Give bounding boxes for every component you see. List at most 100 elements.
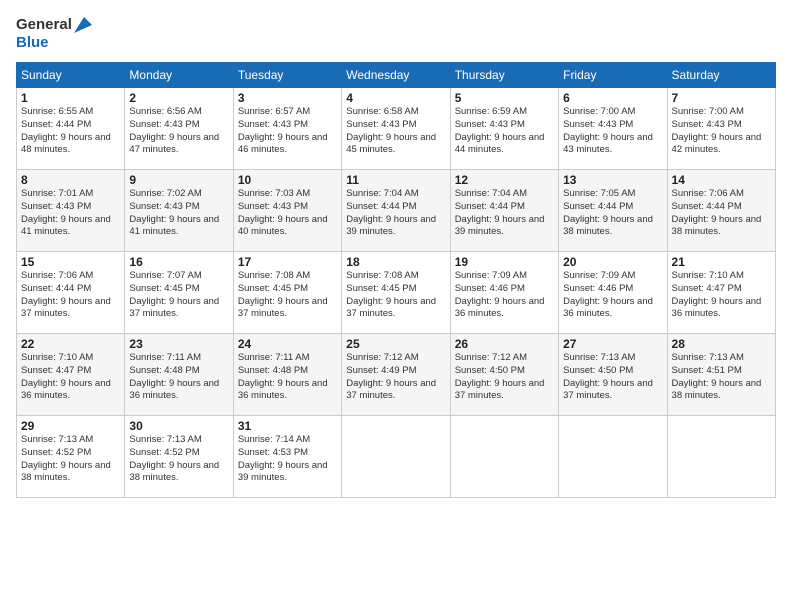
- calendar-cell: 28Sunrise: 7:13 AMSunset: 4:51 PMDayligh…: [667, 334, 775, 416]
- day-info: Sunrise: 7:09 AMSunset: 4:46 PMDaylight:…: [563, 270, 662, 321]
- day-number: 16: [129, 255, 228, 269]
- calendar-cell: 30Sunrise: 7:13 AMSunset: 4:52 PMDayligh…: [125, 416, 233, 498]
- calendar-cell: 21Sunrise: 7:10 AMSunset: 4:47 PMDayligh…: [667, 252, 775, 334]
- calendar-cell: 25Sunrise: 7:12 AMSunset: 4:49 PMDayligh…: [342, 334, 450, 416]
- day-info: Sunrise: 7:12 AMSunset: 4:50 PMDaylight:…: [455, 352, 554, 403]
- day-number: 13: [563, 173, 662, 187]
- weekday-header: Wednesday: [342, 63, 450, 88]
- day-info: Sunrise: 7:00 AMSunset: 4:43 PMDaylight:…: [563, 106, 662, 157]
- calendar-cell: 2Sunrise: 6:56 AMSunset: 4:43 PMDaylight…: [125, 88, 233, 170]
- day-number: 6: [563, 91, 662, 105]
- calendar-cell: 14Sunrise: 7:06 AMSunset: 4:44 PMDayligh…: [667, 170, 775, 252]
- calendar-cell: 12Sunrise: 7:04 AMSunset: 4:44 PMDayligh…: [450, 170, 558, 252]
- day-info: Sunrise: 7:14 AMSunset: 4:53 PMDaylight:…: [238, 434, 337, 485]
- calendar-cell: 26Sunrise: 7:12 AMSunset: 4:50 PMDayligh…: [450, 334, 558, 416]
- calendar-cell: [450, 416, 558, 498]
- day-info: Sunrise: 7:04 AMSunset: 4:44 PMDaylight:…: [455, 188, 554, 239]
- calendar-cell: [559, 416, 667, 498]
- day-number: 27: [563, 337, 662, 351]
- day-info: Sunrise: 7:03 AMSunset: 4:43 PMDaylight:…: [238, 188, 337, 239]
- day-info: Sunrise: 6:55 AMSunset: 4:44 PMDaylight:…: [21, 106, 120, 157]
- day-number: 17: [238, 255, 337, 269]
- day-number: 26: [455, 337, 554, 351]
- day-number: 3: [238, 91, 337, 105]
- calendar-cell: [342, 416, 450, 498]
- day-info: Sunrise: 7:11 AMSunset: 4:48 PMDaylight:…: [238, 352, 337, 403]
- day-info: Sunrise: 6:59 AMSunset: 4:43 PMDaylight:…: [455, 106, 554, 157]
- day-number: 2: [129, 91, 228, 105]
- calendar-cell: 29Sunrise: 7:13 AMSunset: 4:52 PMDayligh…: [17, 416, 125, 498]
- day-number: 22: [21, 337, 120, 351]
- day-number: 20: [563, 255, 662, 269]
- day-number: 12: [455, 173, 554, 187]
- day-info: Sunrise: 6:56 AMSunset: 4:43 PMDaylight:…: [129, 106, 228, 157]
- day-info: Sunrise: 7:10 AMSunset: 4:47 PMDaylight:…: [21, 352, 120, 403]
- day-info: Sunrise: 7:06 AMSunset: 4:44 PMDaylight:…: [672, 188, 771, 239]
- weekday-header: Thursday: [450, 63, 558, 88]
- calendar-cell: 4Sunrise: 6:58 AMSunset: 4:43 PMDaylight…: [342, 88, 450, 170]
- day-info: Sunrise: 7:05 AMSunset: 4:44 PMDaylight:…: [563, 188, 662, 239]
- calendar-cell: 27Sunrise: 7:13 AMSunset: 4:50 PMDayligh…: [559, 334, 667, 416]
- day-info: Sunrise: 7:13 AMSunset: 4:52 PMDaylight:…: [129, 434, 228, 485]
- day-number: 24: [238, 337, 337, 351]
- calendar-cell: 1Sunrise: 6:55 AMSunset: 4:44 PMDaylight…: [17, 88, 125, 170]
- calendar-cell: 3Sunrise: 6:57 AMSunset: 4:43 PMDaylight…: [233, 88, 341, 170]
- day-number: 18: [346, 255, 445, 269]
- day-number: 1: [21, 91, 120, 105]
- day-number: 4: [346, 91, 445, 105]
- day-number: 11: [346, 173, 445, 187]
- calendar-cell: 17Sunrise: 7:08 AMSunset: 4:45 PMDayligh…: [233, 252, 341, 334]
- calendar-cell: 10Sunrise: 7:03 AMSunset: 4:43 PMDayligh…: [233, 170, 341, 252]
- calendar-cell: 20Sunrise: 7:09 AMSunset: 4:46 PMDayligh…: [559, 252, 667, 334]
- weekday-header: Friday: [559, 63, 667, 88]
- day-info: Sunrise: 7:13 AMSunset: 4:51 PMDaylight:…: [672, 352, 771, 403]
- logo-text: General Blue: [16, 16, 94, 52]
- day-info: Sunrise: 7:07 AMSunset: 4:45 PMDaylight:…: [129, 270, 228, 321]
- day-number: 14: [672, 173, 771, 187]
- day-info: Sunrise: 6:58 AMSunset: 4:43 PMDaylight:…: [346, 106, 445, 157]
- calendar-cell: 18Sunrise: 7:08 AMSunset: 4:45 PMDayligh…: [342, 252, 450, 334]
- day-number: 21: [672, 255, 771, 269]
- calendar-cell: 11Sunrise: 7:04 AMSunset: 4:44 PMDayligh…: [342, 170, 450, 252]
- day-number: 9: [129, 173, 228, 187]
- calendar-cell: 9Sunrise: 7:02 AMSunset: 4:43 PMDaylight…: [125, 170, 233, 252]
- day-number: 19: [455, 255, 554, 269]
- calendar-cell: 22Sunrise: 7:10 AMSunset: 4:47 PMDayligh…: [17, 334, 125, 416]
- calendar-cell: 24Sunrise: 7:11 AMSunset: 4:48 PMDayligh…: [233, 334, 341, 416]
- day-info: Sunrise: 7:12 AMSunset: 4:49 PMDaylight:…: [346, 352, 445, 403]
- logo: General Blue: [16, 16, 94, 52]
- calendar-cell: 6Sunrise: 7:00 AMSunset: 4:43 PMDaylight…: [559, 88, 667, 170]
- calendar-cell: 7Sunrise: 7:00 AMSunset: 4:43 PMDaylight…: [667, 88, 775, 170]
- calendar-table: SundayMondayTuesdayWednesdayThursdayFrid…: [16, 62, 776, 498]
- day-number: 8: [21, 173, 120, 187]
- day-info: Sunrise: 7:13 AMSunset: 4:52 PMDaylight:…: [21, 434, 120, 485]
- day-number: 30: [129, 419, 228, 433]
- day-info: Sunrise: 7:08 AMSunset: 4:45 PMDaylight:…: [346, 270, 445, 321]
- weekday-header: Saturday: [667, 63, 775, 88]
- calendar-cell: 5Sunrise: 6:59 AMSunset: 4:43 PMDaylight…: [450, 88, 558, 170]
- day-info: Sunrise: 7:02 AMSunset: 4:43 PMDaylight:…: [129, 188, 228, 239]
- day-number: 23: [129, 337, 228, 351]
- day-info: Sunrise: 7:10 AMSunset: 4:47 PMDaylight:…: [672, 270, 771, 321]
- day-number: 28: [672, 337, 771, 351]
- day-number: 31: [238, 419, 337, 433]
- day-info: Sunrise: 7:00 AMSunset: 4:43 PMDaylight:…: [672, 106, 771, 157]
- day-info: Sunrise: 7:13 AMSunset: 4:50 PMDaylight:…: [563, 352, 662, 403]
- day-info: Sunrise: 7:01 AMSunset: 4:43 PMDaylight:…: [21, 188, 120, 239]
- weekday-header: Tuesday: [233, 63, 341, 88]
- day-number: 5: [455, 91, 554, 105]
- day-number: 29: [21, 419, 120, 433]
- weekday-header: Sunday: [17, 63, 125, 88]
- day-info: Sunrise: 6:57 AMSunset: 4:43 PMDaylight:…: [238, 106, 337, 157]
- calendar-cell: 23Sunrise: 7:11 AMSunset: 4:48 PMDayligh…: [125, 334, 233, 416]
- calendar-cell: 31Sunrise: 7:14 AMSunset: 4:53 PMDayligh…: [233, 416, 341, 498]
- day-info: Sunrise: 7:09 AMSunset: 4:46 PMDaylight:…: [455, 270, 554, 321]
- calendar-cell: 16Sunrise: 7:07 AMSunset: 4:45 PMDayligh…: [125, 252, 233, 334]
- day-number: 7: [672, 91, 771, 105]
- calendar-cell: 13Sunrise: 7:05 AMSunset: 4:44 PMDayligh…: [559, 170, 667, 252]
- day-info: Sunrise: 7:11 AMSunset: 4:48 PMDaylight:…: [129, 352, 228, 403]
- calendar-container: General Blue SundayMondayTuesdayWednesda…: [0, 0, 792, 612]
- calendar-cell: 19Sunrise: 7:09 AMSunset: 4:46 PMDayligh…: [450, 252, 558, 334]
- calendar-cell: [667, 416, 775, 498]
- day-number: 10: [238, 173, 337, 187]
